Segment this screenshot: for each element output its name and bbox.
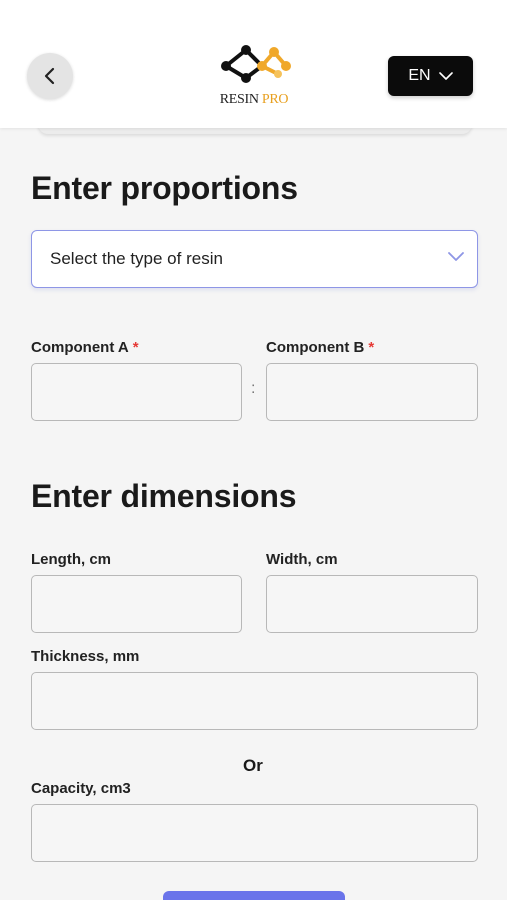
required-mark: *: [368, 339, 375, 356]
width-input[interactable]: [266, 575, 478, 633]
language-label: EN: [408, 67, 431, 84]
thickness-label: Thickness, mm: [31, 648, 140, 665]
or-divider-text: Or: [243, 756, 263, 775]
length-input[interactable]: [31, 575, 242, 633]
length-label: Length, cm: [31, 551, 112, 568]
required-mark: *: [132, 339, 139, 356]
component-b-label: Component B *: [266, 339, 375, 356]
logo-word-pro: PRO: [261, 92, 289, 107]
chevron-left-icon: [44, 67, 55, 85]
chevron-down-icon: [448, 252, 464, 261]
logo-molecule-icon: [221, 45, 291, 83]
language-selector[interactable]: EN: [388, 56, 473, 96]
capacity-label: Capacity, cm3: [31, 780, 131, 797]
proportions-title: Enter proportions: [31, 170, 298, 206]
resin-type-select[interactable]: Select the type of resin: [31, 230, 478, 288]
dimensions-title: Enter dimensions: [31, 478, 297, 514]
component-a-label: Component A *: [31, 339, 139, 356]
ratio-separator: :: [251, 380, 256, 397]
component-a-input[interactable]: [31, 363, 242, 421]
calculate-button[interactable]: [163, 891, 345, 900]
chevron-down-icon: [438, 71, 453, 80]
capacity-input[interactable]: [31, 804, 478, 862]
component-b-input[interactable]: [266, 363, 478, 421]
app-header: RESIN PRO EN: [0, 0, 507, 128]
width-label: Width, cm: [266, 551, 338, 568]
thickness-input[interactable]: [31, 672, 478, 730]
resin-pro-logo: RESIN PRO: [206, 44, 302, 110]
back-button[interactable]: [27, 53, 73, 99]
logo-word-resin: RESIN: [219, 92, 259, 107]
logo-wordmark: RESIN PRO: [206, 92, 302, 108]
resin-type-placeholder: Select the type of resin: [50, 249, 223, 268]
